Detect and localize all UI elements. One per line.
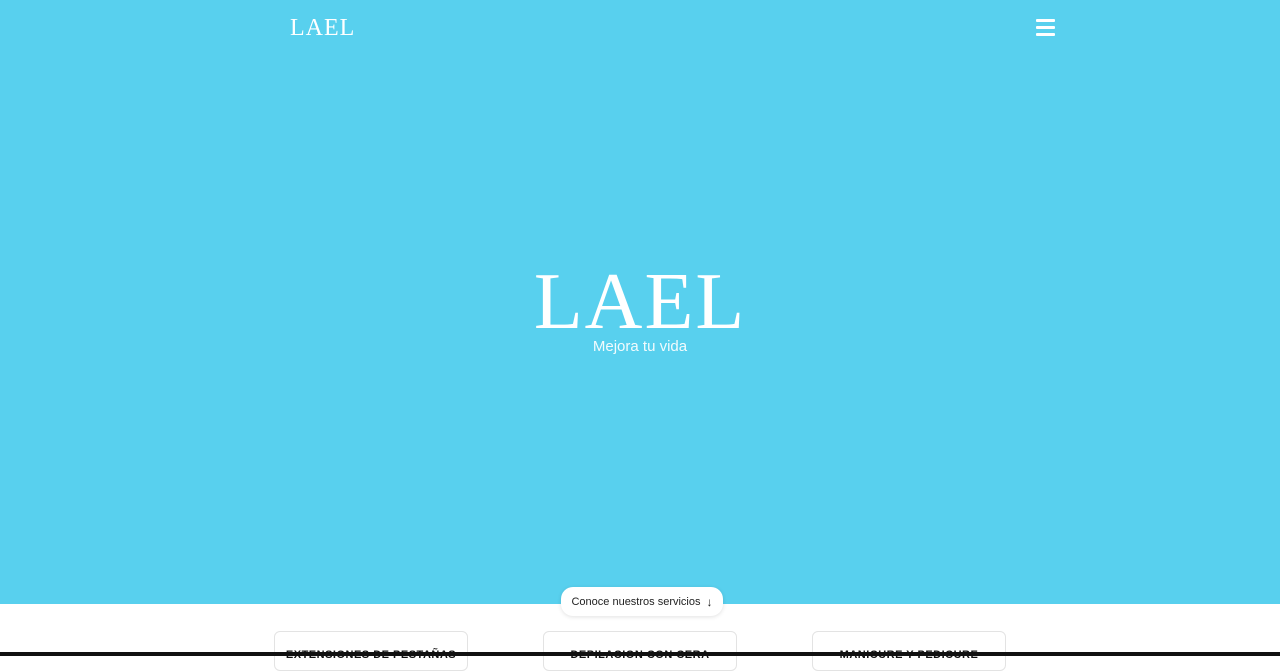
services-cta-label: Conoce nuestros servicios (571, 595, 701, 608)
header-logo[interactable]: LAEL (290, 14, 355, 42)
arrow-down-icon: ↓ (706, 594, 713, 609)
service-card-manicure-pedicure[interactable]: MANICURE Y PEDICURE (812, 631, 1006, 671)
hero-logo: LAEL (533, 258, 747, 346)
hero-brand: LAEL Mejora tu vida (0, 262, 1280, 355)
hamburger-menu-icon[interactable] (1034, 16, 1058, 38)
service-card-eyelash-extensions[interactable]: EXTENSIONES DE PESTAÑAS (274, 631, 468, 671)
hero-section: LAEL LAEL Mejora tu vida (0, 0, 1280, 604)
menu-bar-bottom (1036, 33, 1055, 36)
service-card-waxing[interactable]: DEPILACION CON CERA (543, 631, 737, 671)
bottom-border (0, 652, 1280, 656)
services-cta-button[interactable]: Conoce nuestros servicios ↓ (561, 587, 723, 616)
menu-bar-middle (1036, 26, 1055, 29)
menu-bar-top (1036, 19, 1055, 22)
hero-tagline: Mejora tu vida (592, 338, 688, 355)
